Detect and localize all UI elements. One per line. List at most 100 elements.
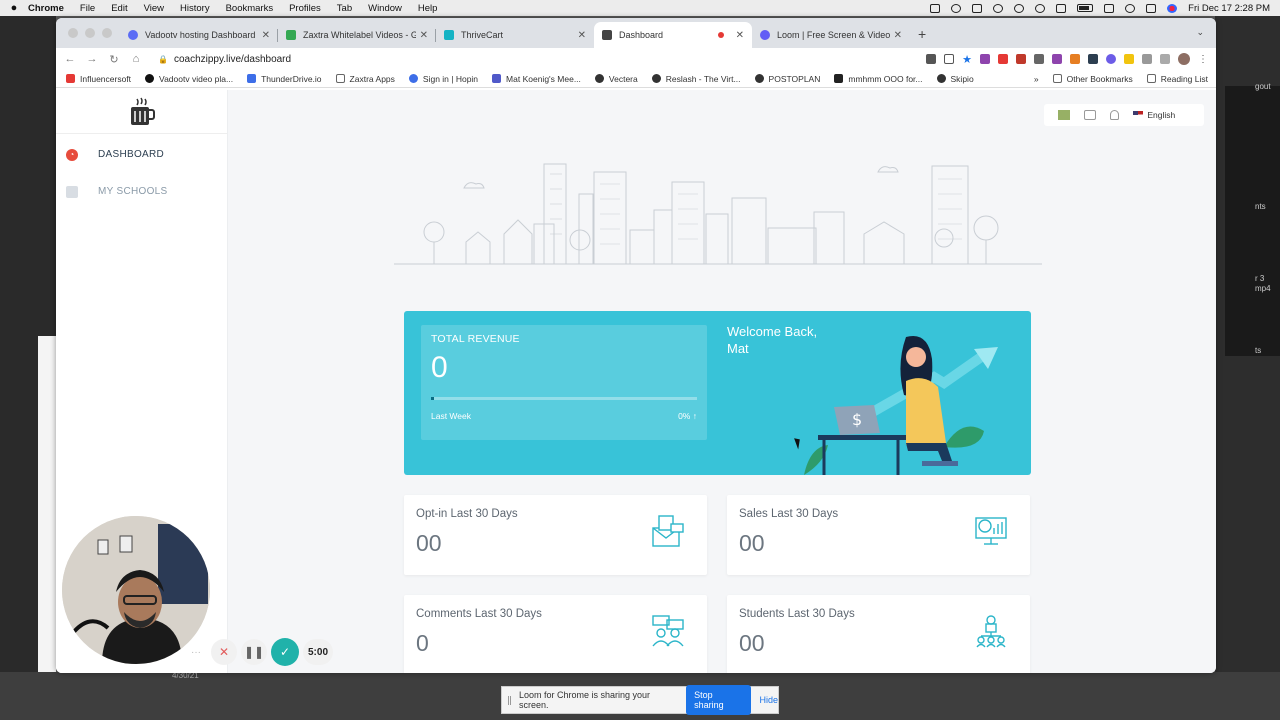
apple-icon[interactable]: ● [0,2,28,14]
tab-dashboard[interactable]: Dashboard ✕ [594,22,752,48]
menubar-clock[interactable]: Fri Dec 17 2:28 PM [1188,3,1270,14]
total-revenue-value: 0 [431,351,448,384]
close-window-button[interactable] [68,28,78,38]
microphone-icon[interactable] [930,3,941,13]
dark-mode-icon[interactable] [1035,3,1046,13]
address-bar[interactable]: 🔒 coachzippy.live/dashboard [152,49,916,69]
sidebar-item-dashboard[interactable]: ◔ DASHBOARD [56,136,227,173]
bookmarks-overflow-icon[interactable]: » [1034,74,1039,84]
loom-finish-button[interactable]: ✓ [271,638,299,666]
menu-profiles[interactable]: Profiles [289,3,321,14]
bookmark-item[interactable]: POSTOPLAN [754,73,821,84]
battery-icon[interactable] [1077,4,1094,12]
extension-icon[interactable] [980,54,990,64]
wifi-icon[interactable] [1104,3,1115,13]
tab-vadootv[interactable]: Vadootv hosting Dashboard Re ✕ [120,22,278,48]
extension-icon[interactable] [1070,54,1080,64]
bookmark-label: Sign in | Hopin [422,73,479,84]
search-icon[interactable] [1125,3,1136,13]
extension-icon[interactable] [1052,54,1062,64]
sidebar-item-my-schools[interactable]: MY SCHOOLS [56,173,227,210]
bookmark-star-icon[interactable]: ★ [962,53,972,66]
bookmark-item[interactable]: Mat Koenig's Mee... [492,74,581,84]
menu-history[interactable]: History [180,3,210,14]
puzzle-icon[interactable] [1142,54,1152,64]
close-tab-icon[interactable]: ✕ [736,30,744,41]
extension-icon[interactable] [1034,54,1044,64]
close-tab-icon[interactable]: ✕ [420,30,428,41]
bookmark-item[interactable]: Vadootv video pla... [145,74,233,84]
forward-arrow-icon[interactable]: → [86,53,98,65]
close-tab-icon[interactable]: ✕ [578,30,586,41]
menu-file[interactable]: File [80,3,95,14]
qr-code-icon[interactable] [1058,110,1070,120]
menu-bookmarks[interactable]: Bookmarks [226,3,274,14]
language-selector[interactable]: English [1133,110,1175,120]
dashboard-gauge-icon: ◔ [66,148,78,161]
stop-sharing-button[interactable]: Stop sharing [686,685,752,715]
menu-window[interactable]: Window [368,3,402,14]
tab-thrivecart[interactable]: ThriveCart ✕ [436,22,594,48]
loom-extension-icon[interactable] [1106,54,1116,64]
bookmark-item[interactable]: Skipio [936,74,974,84]
other-bookmarks-label: Other Bookmarks [1066,73,1133,84]
play-icon[interactable] [993,3,1004,13]
brand-logo[interactable] [56,90,227,134]
bell-icon[interactable] [1110,110,1119,120]
bookmark-item[interactable]: ThunderDrive.io [247,74,322,84]
control-center-icon[interactable] [1146,3,1157,13]
bookmark-item[interactable]: Vectera [594,74,638,84]
menu-tab[interactable]: Tab [337,3,352,14]
hide-share-bar-button[interactable]: Hide [759,695,778,705]
recording-indicator-icon [717,32,724,38]
zoom-window-button[interactable] [102,28,112,38]
reading-list-icon[interactable] [1160,54,1170,64]
extension-icon[interactable] [1088,54,1098,64]
extension-icon[interactable] [1124,54,1134,64]
bookmark-item[interactable]: Reslash - The Virt... [651,74,741,84]
bookmark-item[interactable]: Sign in | Hopin [408,73,479,84]
tab-label: Dashboard [619,30,664,40]
time-machine-icon[interactable] [1014,3,1025,13]
stat-card-optin: Opt-in Last 30 Days 00 [404,495,707,575]
other-bookmarks[interactable]: Other Bookmarks [1052,73,1133,84]
reload-icon[interactable]: ↻ [108,53,120,66]
record-icon[interactable] [951,3,962,13]
share-icon[interactable] [944,54,955,64]
camera-icon[interactable] [926,54,937,64]
tab-zaxtra[interactable]: Zaxtra Whitelabel Videos - Go ✕ [278,22,436,48]
extension-icon[interactable] [1016,54,1026,64]
close-tab-icon[interactable]: ✕ [894,30,902,41]
bookmark-item[interactable]: Influencersoft [66,74,131,84]
volume-icon[interactable] [972,3,983,13]
menu-view[interactable]: View [144,3,164,14]
woman-laptop-illustration: $ [804,335,998,475]
menu-app-name[interactable]: Chrome [28,3,64,14]
google-drive-favicon-icon [286,30,296,40]
tab-loom[interactable]: Loom | Free Screen & Video Re ✕ [752,22,910,48]
new-tab-button[interactable]: + [918,26,926,42]
back-arrow-icon[interactable]: ← [64,53,76,65]
minimize-window-button[interactable] [85,28,95,38]
loom-pause-button[interactable]: ❚❚ [241,639,267,665]
bookmark-icon [834,74,844,83]
drag-handle-icon[interactable] [508,695,511,705]
home-icon[interactable]: ⌂ [130,53,142,65]
bookmark-label: POSTOPLAN [768,73,821,84]
lock-icon[interactable]: 🔒 [158,55,168,64]
graduation-cap-icon[interactable] [1084,110,1096,120]
siri-icon[interactable] [1167,3,1178,13]
bookmark-item[interactable]: Zaxtra Apps [335,74,395,84]
reading-list[interactable]: Reading List [1146,74,1208,84]
profile-avatar[interactable] [1178,53,1190,65]
loom-cancel-button[interactable]: ✕ [211,639,237,665]
more-menu-icon[interactable]: ⋮ [1198,54,1208,65]
tab-search-chevron-icon[interactable]: ⌄ [1196,27,1204,38]
menu-edit[interactable]: Edit [111,3,127,14]
extension-icon[interactable] [998,54,1008,64]
menu-help[interactable]: Help [418,3,438,14]
loom-more-icon[interactable]: ··· [185,641,207,663]
close-tab-icon[interactable]: ✕ [262,30,270,41]
bluetooth-icon[interactable] [1056,3,1067,13]
bookmark-item[interactable]: mmhmm OOO for... [834,74,923,84]
